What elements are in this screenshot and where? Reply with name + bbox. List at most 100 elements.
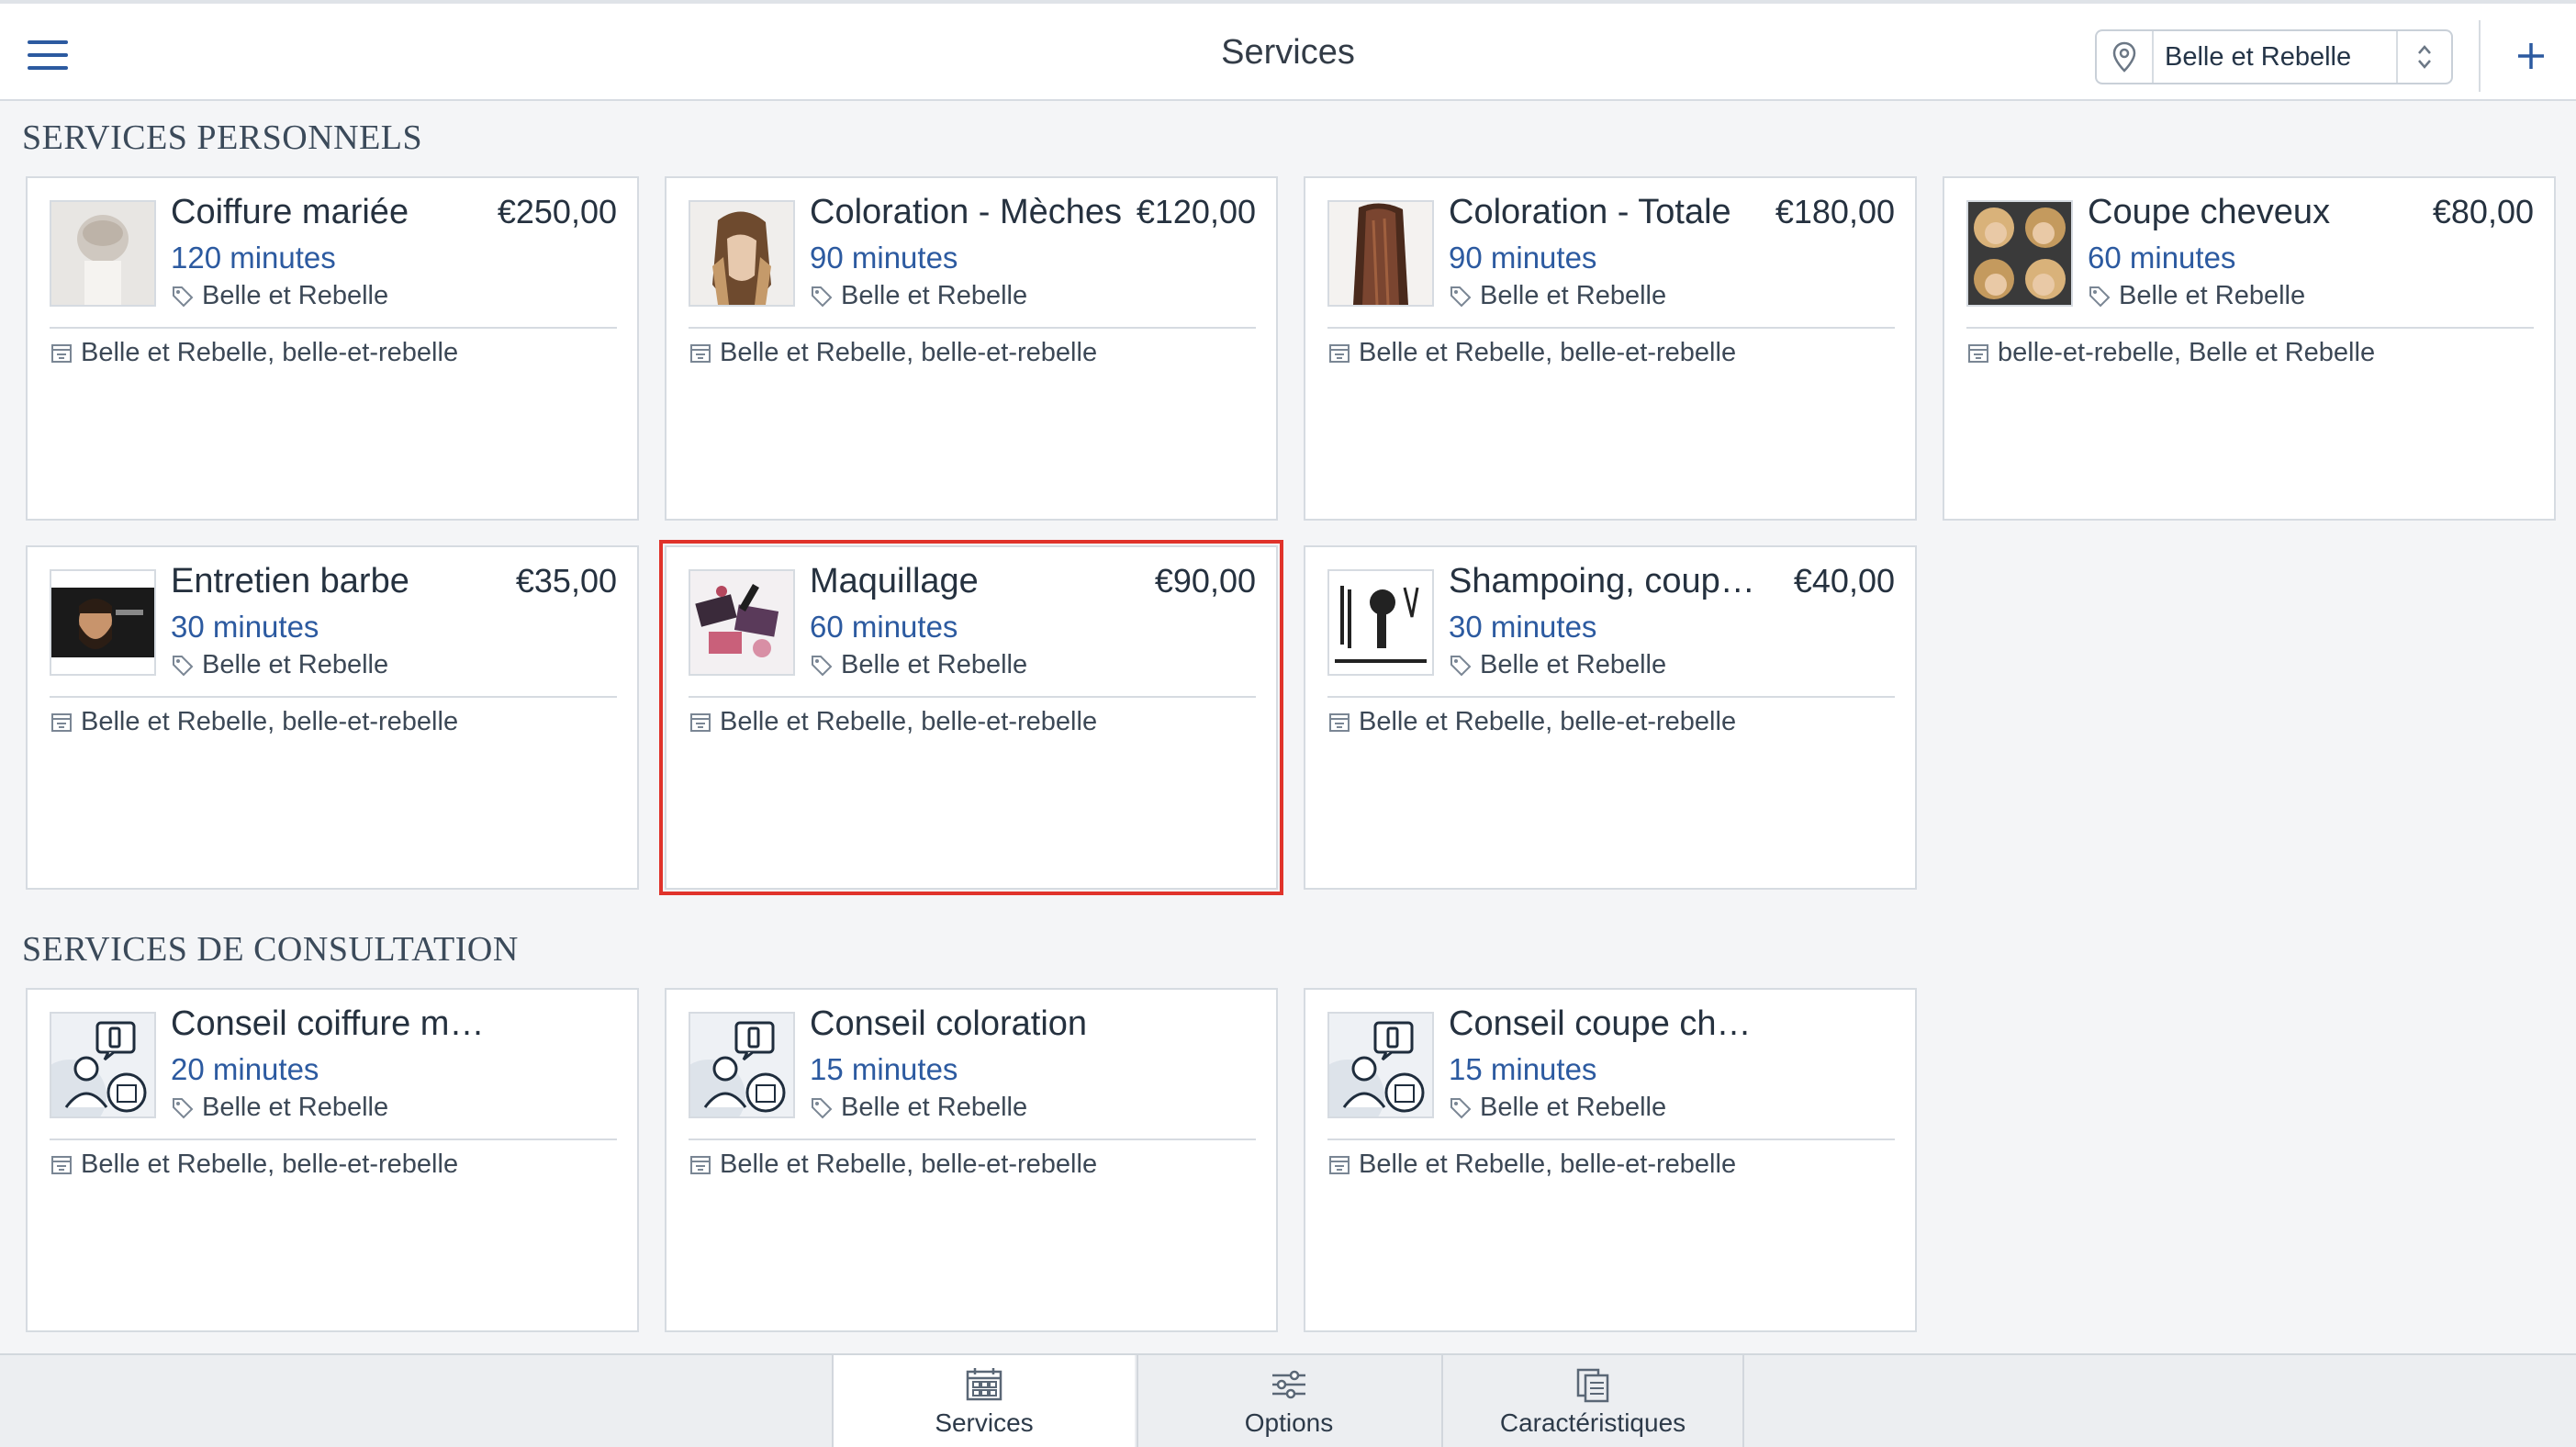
service-resources: Belle et Rebelle, belle-et-rebelle bbox=[50, 1150, 458, 1180]
tag-icon bbox=[812, 655, 833, 676]
service-location-label: Belle et Rebelle bbox=[841, 650, 1028, 679]
tag-icon bbox=[812, 1097, 833, 1118]
location-select-value: Belle et Rebelle bbox=[2165, 41, 2352, 72]
card-divider bbox=[50, 696, 617, 698]
card-divider bbox=[1327, 696, 1895, 698]
service-resources-label: Belle et Rebelle, belle-et-rebelle bbox=[81, 707, 459, 736]
service-resources-label: belle-et-rebelle, Belle et Rebelle bbox=[1998, 338, 2376, 367]
calendar-grid-icon bbox=[966, 1368, 1002, 1401]
service-thumbnail bbox=[50, 200, 156, 307]
tab-options[interactable]: Options bbox=[1137, 1355, 1439, 1447]
consultation-card[interactable]: Conseil coupe cheveux 15 minutes Belle e… bbox=[1304, 988, 1917, 1332]
service-location: Belle et Rebelle bbox=[810, 281, 1027, 311]
service-resources-label: Belle et Rebelle, belle-et-rebelle bbox=[1359, 338, 1737, 367]
service-resources: Belle et Rebelle, belle-et-rebelle bbox=[689, 338, 1097, 368]
service-card[interactable]: Coiffure mariée €250,00 120 minutes Bell… bbox=[26, 176, 639, 521]
tag-icon bbox=[173, 286, 194, 307]
service-location-label: Belle et Rebelle bbox=[1480, 281, 1667, 310]
service-duration: 30 minutes bbox=[171, 610, 319, 644]
service-price: €35,00 bbox=[515, 562, 617, 600]
header-divider bbox=[2479, 20, 2481, 92]
tab-services-label: Services bbox=[935, 1408, 1034, 1437]
card-divider bbox=[689, 696, 1256, 698]
tag-icon bbox=[2089, 286, 2111, 307]
card-divider bbox=[1327, 327, 1895, 329]
service-location-label: Belle et Rebelle bbox=[1480, 1093, 1667, 1122]
resource-icon bbox=[1329, 343, 1350, 363]
add-service-button[interactable] bbox=[2506, 31, 2556, 81]
service-duration: 90 minutes bbox=[810, 241, 958, 275]
service-location-label: Belle et Rebelle bbox=[202, 281, 389, 310]
service-duration: 30 minutes bbox=[1449, 610, 1597, 644]
service-card[interactable]: Shampoing, coupe, ... €40,00 30 minutes … bbox=[1304, 545, 1917, 890]
service-location: Belle et Rebelle bbox=[171, 281, 388, 311]
resource-icon bbox=[1329, 1155, 1350, 1174]
service-resources: Belle et Rebelle, belle-et-rebelle bbox=[1327, 707, 1736, 737]
service-duration: 15 minutes bbox=[810, 1052, 958, 1086]
service-location: Belle et Rebelle bbox=[1449, 1093, 1666, 1123]
service-resources-label: Belle et Rebelle, belle-et-rebelle bbox=[1359, 707, 1737, 736]
consultation-card[interactable]: Conseil coloration 15 minutes Belle et R… bbox=[665, 988, 1278, 1332]
resource-icon bbox=[51, 1155, 72, 1174]
tag-icon bbox=[1450, 1097, 1472, 1118]
service-thumbnail bbox=[1327, 200, 1434, 307]
service-price: €80,00 bbox=[2432, 193, 2534, 230]
service-card-selected[interactable]: Maquillage €90,00 60 minutes Belle et Re… bbox=[659, 540, 1283, 895]
service-resources: Belle et Rebelle, belle-et-rebelle bbox=[1327, 338, 1736, 368]
service-name: Maquillage bbox=[810, 562, 979, 600]
tag-icon bbox=[1450, 286, 1472, 307]
service-name: Conseil coloration bbox=[810, 1004, 1088, 1043]
service-location-label: Belle et Rebelle bbox=[2119, 281, 2306, 310]
tag-icon bbox=[1450, 655, 1472, 676]
tab-caracteristiques-label: Caractéristiques bbox=[1499, 1408, 1686, 1437]
resource-icon bbox=[51, 712, 72, 732]
resource-icon bbox=[690, 712, 711, 732]
chevron-up-down-icon bbox=[2396, 31, 2451, 83]
card-divider bbox=[50, 327, 617, 329]
service-duration: 120 minutes bbox=[171, 241, 336, 275]
bottom-tab-bar: Services Options Caractéristiques bbox=[0, 1353, 2576, 1447]
tab-caracteristiques[interactable]: Caractéristiques bbox=[1441, 1355, 1744, 1447]
service-thumbnail bbox=[689, 200, 795, 307]
service-resources: belle-et-rebelle, Belle et Rebelle bbox=[1966, 338, 2375, 368]
service-resources-label: Belle et Rebelle, belle-et-rebelle bbox=[81, 338, 459, 367]
resource-icon bbox=[690, 1155, 711, 1174]
tab-options-label: Options bbox=[1244, 1408, 1334, 1437]
service-price: €40,00 bbox=[1793, 562, 1895, 600]
location-select[interactable]: Belle et Rebelle bbox=[2095, 29, 2453, 84]
service-name: Coiffure mariée bbox=[171, 193, 409, 231]
consultation-card[interactable]: Conseil coiffure mariée 20 minutes Belle… bbox=[26, 988, 639, 1332]
service-duration: 90 minutes bbox=[1449, 241, 1597, 275]
service-card[interactable]: Coloration - Totale €180,00 90 minutes B… bbox=[1304, 176, 1917, 521]
service-thumbnail bbox=[1966, 200, 2073, 307]
service-resources-label: Belle et Rebelle, belle-et-rebelle bbox=[720, 1150, 1098, 1179]
tag-icon bbox=[812, 286, 833, 307]
section-title-personal: SERVICES PERSONNELS bbox=[22, 118, 423, 157]
service-location: Belle et Rebelle bbox=[1449, 650, 1666, 680]
service-resources-label: Belle et Rebelle, belle-et-rebelle bbox=[1359, 1150, 1737, 1179]
service-duration: 20 minutes bbox=[171, 1052, 319, 1086]
section-title-consultation: SERVICES DE CONSULTATION bbox=[22, 930, 519, 969]
resource-icon bbox=[51, 343, 72, 363]
tag-icon bbox=[173, 1097, 194, 1118]
service-card[interactable]: Coupe cheveux €80,00 60 minutes Belle et… bbox=[1943, 176, 2556, 521]
consultation-icon bbox=[50, 1012, 156, 1118]
service-card[interactable]: Entretien barbe €35,00 30 minutes Belle … bbox=[26, 545, 639, 890]
tab-services[interactable]: Services bbox=[832, 1355, 1135, 1447]
service-resources-label: Belle et Rebelle, belle-et-rebelle bbox=[81, 1150, 459, 1179]
service-resources-label: Belle et Rebelle, belle-et-rebelle bbox=[720, 707, 1098, 736]
service-card[interactable]: Coloration - Mèches €120,00 90 minutes B… bbox=[665, 176, 1278, 521]
service-name: Coupe cheveux bbox=[2088, 193, 2331, 231]
service-price: €180,00 bbox=[1775, 193, 1895, 230]
service-price: €120,00 bbox=[1136, 193, 1256, 230]
resource-icon bbox=[690, 343, 711, 363]
service-location: Belle et Rebelle bbox=[171, 650, 388, 680]
service-location: Belle et Rebelle bbox=[171, 1093, 388, 1123]
service-thumbnail bbox=[689, 569, 795, 676]
service-location: Belle et Rebelle bbox=[1449, 281, 1666, 311]
service-resources-label: Belle et Rebelle, belle-et-rebelle bbox=[720, 338, 1098, 367]
resource-icon bbox=[1329, 712, 1350, 732]
location-pin-icon bbox=[2097, 31, 2154, 83]
top-bar: Services Belle et Rebelle bbox=[0, 0, 2576, 101]
service-name: Conseil coupe cheveux bbox=[1449, 1004, 1770, 1043]
